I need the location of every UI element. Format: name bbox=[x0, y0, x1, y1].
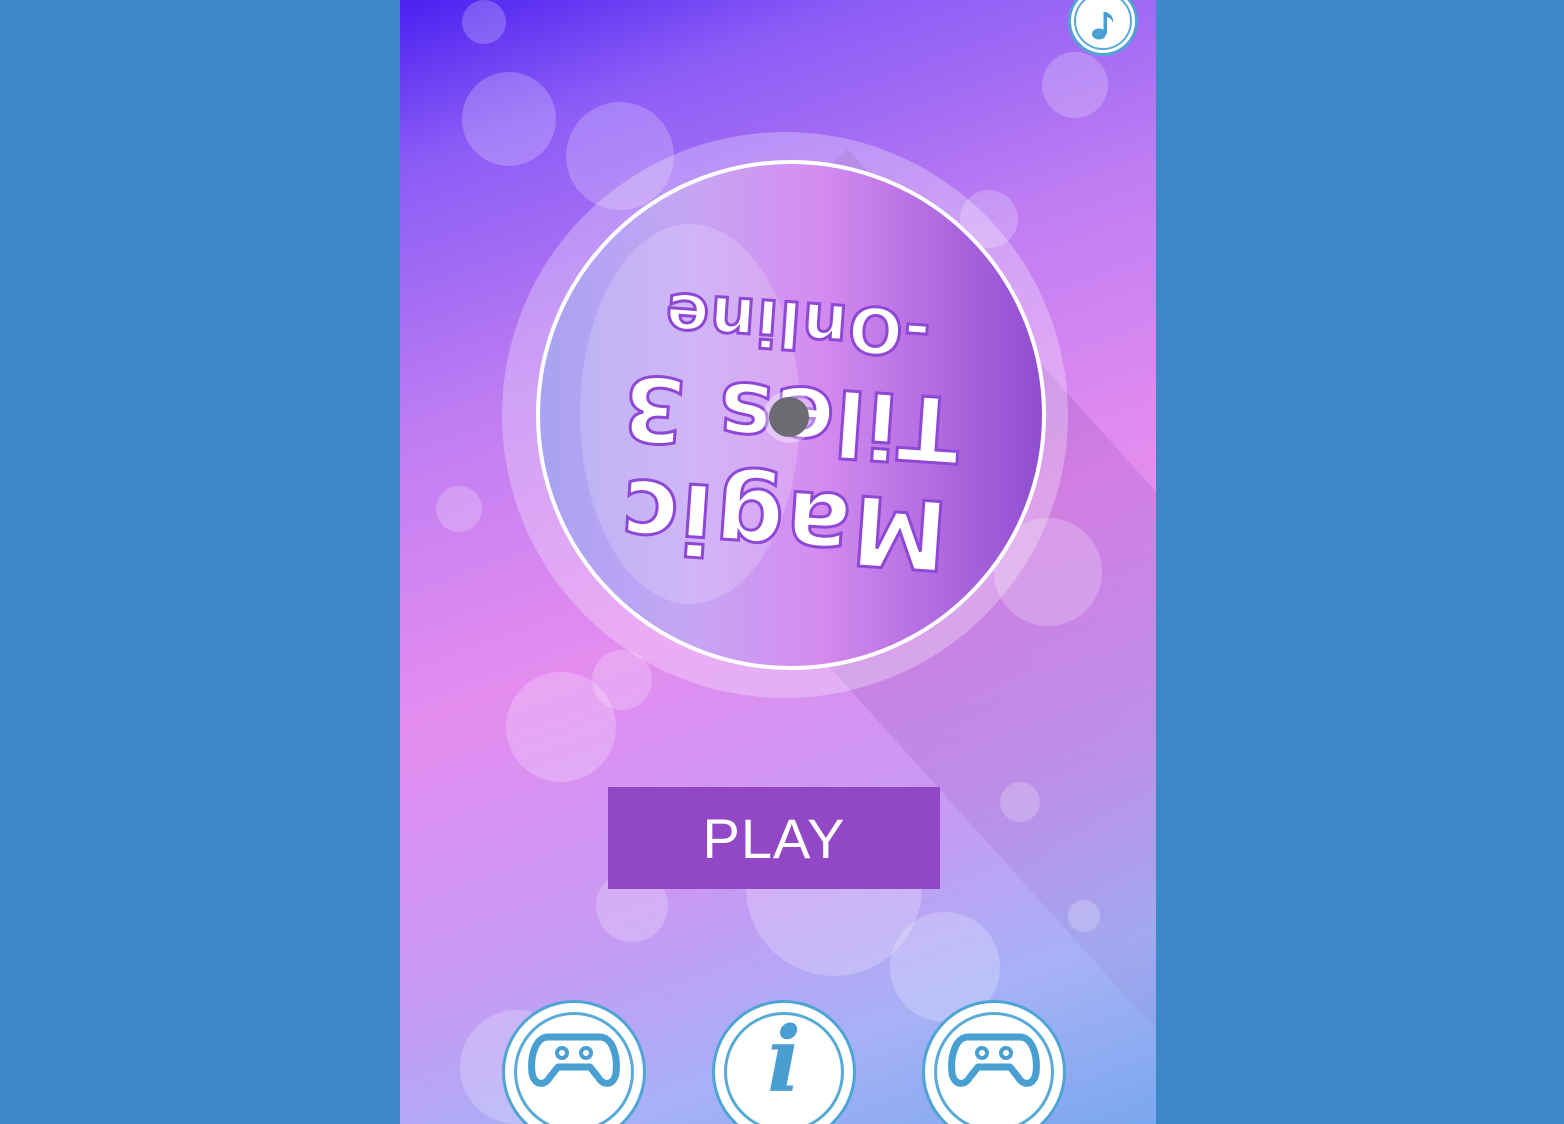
game-canvas: Magic Tiles 3 -Online PLAY i bbox=[400, 0, 1156, 1124]
music-toggle-button[interactable] bbox=[1068, 0, 1138, 56]
info-button[interactable]: i bbox=[712, 1000, 856, 1124]
bokeh-circle bbox=[436, 486, 482, 532]
bokeh-circle bbox=[462, 72, 556, 166]
gamepad-icon bbox=[528, 1033, 620, 1087]
gamepad-icon bbox=[948, 1033, 1040, 1087]
disc-spindle bbox=[769, 397, 809, 437]
bokeh-circle bbox=[1000, 782, 1040, 822]
play-button[interactable]: PLAY bbox=[608, 787, 940, 889]
bokeh-circle bbox=[462, 0, 506, 44]
music-note-icon bbox=[1074, 0, 1132, 50]
bokeh-circle bbox=[1068, 900, 1100, 932]
bokeh-circle bbox=[1042, 52, 1108, 118]
info-icon: i bbox=[766, 1007, 802, 1113]
